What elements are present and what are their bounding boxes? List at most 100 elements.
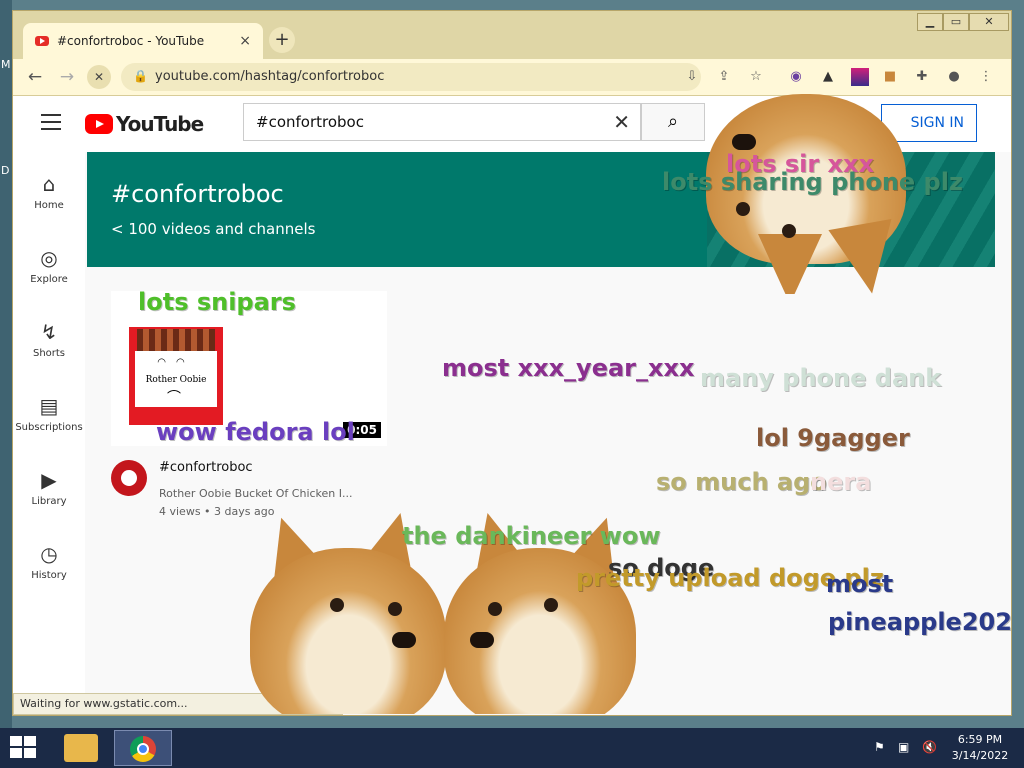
compass-icon: ◎	[40, 246, 58, 270]
video-title[interactable]: #confortroboc	[159, 460, 253, 475]
bucket-eyes: ◠◠	[157, 357, 195, 368]
close-window-button[interactable]: ✕	[969, 13, 1009, 31]
extensions-puzzle-icon[interactable]: ✚	[913, 68, 931, 86]
home-icon: ⌂	[42, 172, 56, 196]
network-icon[interactable]: ▣	[898, 740, 909, 754]
library-icon: ▶	[41, 468, 57, 492]
search-icon: ⌕	[667, 111, 679, 132]
meme-word: lots sharing phone plz	[662, 168, 963, 196]
hamburger-menu-icon[interactable]	[41, 114, 61, 130]
chrome-taskbar-button[interactable]	[114, 730, 172, 766]
youtube-play-icon	[85, 114, 113, 134]
history-icon: ◷	[40, 542, 58, 566]
youtube-logo[interactable]: YouTube	[85, 112, 204, 136]
clear-search-icon[interactable]: ✕	[613, 110, 630, 134]
tab-strip: #confortroboc - YouTube × + ▁ ▭ ✕	[13, 11, 1011, 59]
doge-nose	[392, 632, 416, 648]
subscriptions-icon: ▤	[39, 394, 59, 418]
meme-word: so much ago	[656, 468, 827, 496]
nav-label: Shorts	[32, 348, 66, 359]
bucket-brand-text: Rother Oobie	[145, 375, 207, 385]
nav-item-history[interactable]: ◷ History	[13, 522, 85, 596]
tab-title: #confortroboc - YouTube	[57, 34, 205, 48]
volume-muted-icon[interactable]: 🔇	[922, 740, 937, 754]
meme-word: lots snipars	[138, 288, 296, 316]
flag-icon[interactable]: ⚑	[874, 740, 885, 754]
clock-date: 3/14/2022	[951, 749, 1009, 762]
browser-tab[interactable]: #confortroboc - YouTube ×	[23, 23, 263, 59]
extension-ghost-icon[interactable]: ◉	[787, 68, 805, 86]
doge-eye	[330, 598, 344, 612]
meme-word: wow fedora lol	[156, 418, 355, 446]
stop-loading-button[interactable]: ✕	[87, 65, 111, 89]
video-channel-line[interactable]: Rother Oobie Bucket Of Chicken I...	[159, 487, 369, 500]
chrome-icon	[130, 736, 156, 762]
extension-hat-icon[interactable]: ▲	[819, 68, 837, 86]
clock-time: 6:59 PM	[957, 733, 1003, 746]
desktop-glyph: D	[1, 164, 10, 177]
file-explorer-icon[interactable]	[64, 734, 98, 762]
meme-word: the dankineer wow	[402, 522, 661, 550]
nav-label: Explore	[30, 274, 68, 285]
hashtag-title: #confortroboc	[111, 180, 284, 208]
lock-icon: 🔒	[133, 69, 148, 83]
menu-kebab-icon[interactable]: ⋮	[977, 68, 995, 86]
meme-word: many phone dank	[700, 364, 942, 392]
bucket-face: ◠◠ Rother Oobie ⌒	[135, 351, 217, 407]
back-button[interactable]: ←	[23, 65, 47, 89]
nav-item-home[interactable]: ⌂ Home	[13, 152, 85, 226]
desktop-edge: M D	[0, 0, 12, 730]
tab-close-icon[interactable]: ×	[239, 33, 251, 49]
meme-word: most xxx_year_xxx	[442, 354, 695, 382]
meme-word: lol 9gagger	[756, 424, 910, 452]
meme-word: nera	[810, 468, 872, 496]
extension-doge-icon[interactable]: ■	[881, 68, 899, 86]
extension-flag-icon[interactable]	[851, 68, 869, 86]
install-icon[interactable]: ⇩	[683, 68, 701, 86]
search-box: ✕	[243, 103, 641, 141]
maximize-button[interactable]: ▭	[943, 13, 969, 31]
shorts-icon: ↯	[40, 320, 58, 344]
nav-item-subscriptions[interactable]: ▤ Subscriptions	[13, 374, 85, 448]
search-input[interactable]	[254, 112, 598, 132]
channel-avatar[interactable]	[111, 460, 147, 496]
side-nav: ⌂ Home ◎ Explore ↯ Shorts ▤ Subscription…	[13, 152, 85, 715]
doge-head	[250, 548, 446, 714]
doge-ear	[828, 218, 904, 294]
nav-item-shorts[interactable]: ↯ Shorts	[13, 300, 85, 374]
doge-nose	[732, 134, 756, 150]
doge-eye	[544, 598, 558, 612]
doge-ear	[758, 234, 822, 294]
chicken-bucket-image: ◠◠ Rother Oobie ⌒	[129, 327, 223, 425]
new-tab-button[interactable]: +	[269, 27, 295, 53]
taskbar: ⚑ ▣ 🔇 6:59 PM 3/14/2022	[0, 728, 1024, 768]
nav-item-library[interactable]: ▶ Library	[13, 448, 85, 522]
youtube-logo-text: YouTube	[116, 112, 204, 136]
browser-toolbar: ← → ✕ 🔒 youtube.com/hashtag/confortroboc…	[13, 59, 1011, 96]
bucket-mouth: ⌒	[167, 390, 181, 406]
bookmark-star-icon[interactable]: ☆	[747, 68, 765, 86]
nav-label: Home	[34, 200, 64, 211]
nav-label: History	[31, 570, 67, 581]
minimize-button[interactable]: ▁	[917, 13, 943, 31]
start-windows-icon[interactable]	[8, 736, 38, 760]
doge-eye	[388, 602, 402, 616]
meme-word: most	[826, 570, 894, 598]
doge-eye	[488, 602, 502, 616]
profile-icon[interactable]: ●	[945, 68, 963, 86]
nav-item-explore[interactable]: ◎ Explore	[13, 226, 85, 300]
desktop-glyph: M	[1, 58, 11, 71]
meme-word: pineapple202	[828, 608, 1012, 636]
doge-eye	[736, 202, 750, 216]
share-icon[interactable]: ⇪	[715, 68, 733, 86]
doge-nose	[470, 632, 494, 648]
clock[interactable]: 6:59 PM 3/14/2022	[950, 732, 1010, 764]
address-bar[interactable]: 🔒 youtube.com/hashtag/confortroboc	[121, 63, 701, 91]
hashtag-subtitle: < 100 videos and channels	[111, 220, 316, 238]
bucket-fries	[137, 329, 215, 351]
nav-label: Library	[31, 496, 67, 507]
doge-eye	[782, 224, 796, 238]
search-button[interactable]: ⌕	[641, 103, 705, 141]
url-text: youtube.com/hashtag/confortroboc	[155, 69, 385, 84]
forward-button[interactable]: →	[55, 65, 79, 89]
